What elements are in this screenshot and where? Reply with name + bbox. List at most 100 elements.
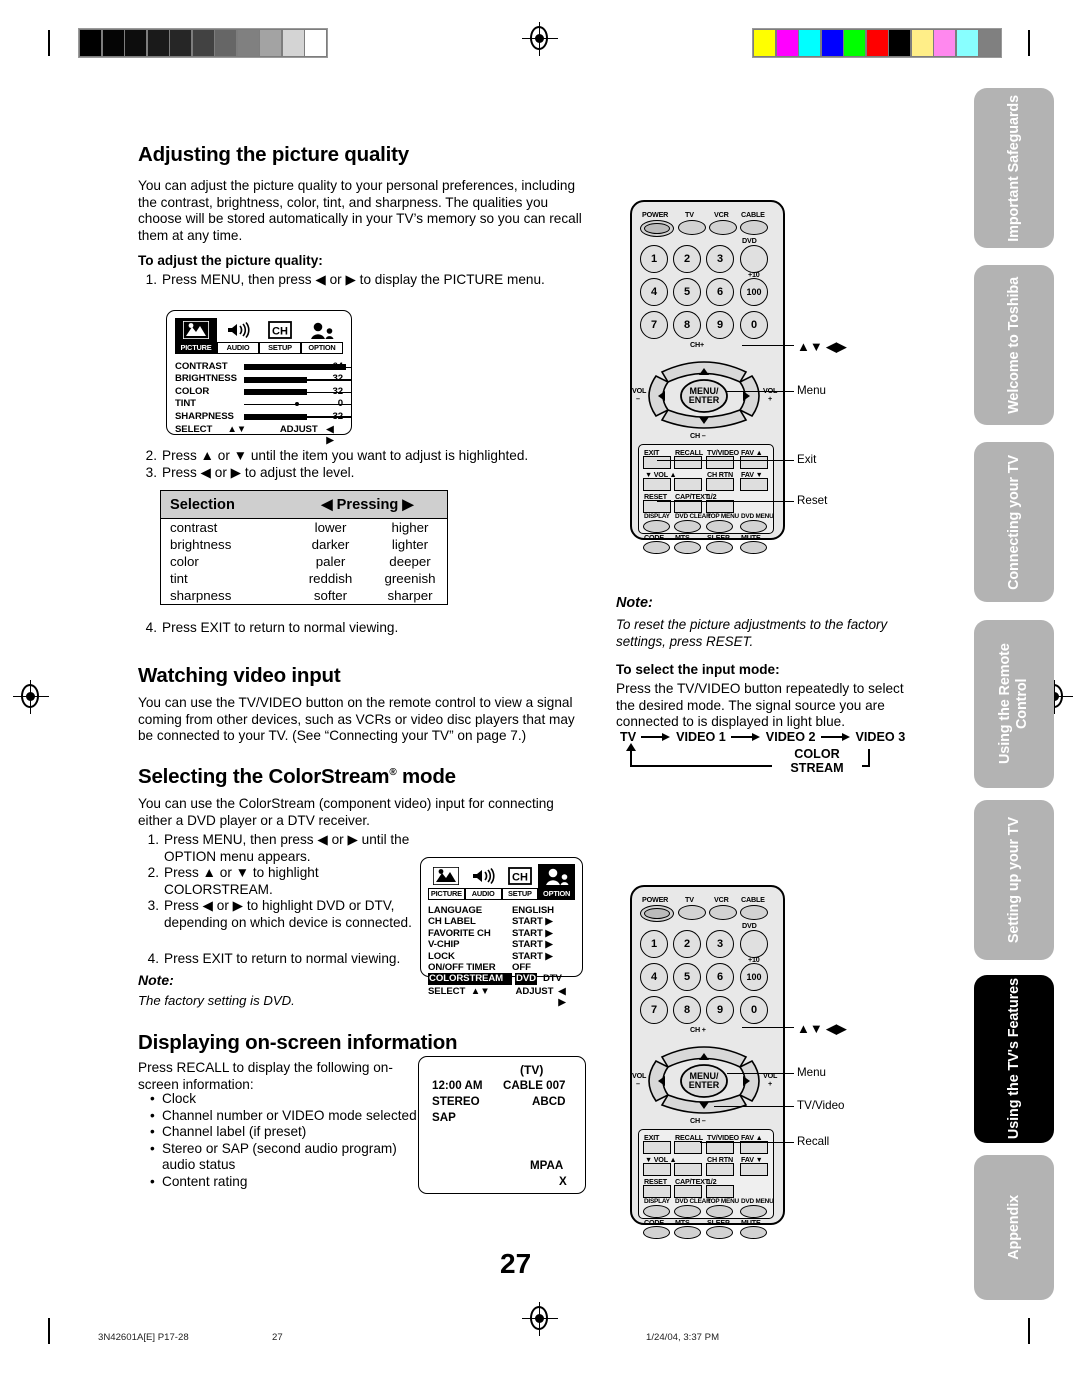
remote-dpad[interactable]: MENU/ENTER [644,1035,764,1117]
remote-number-6[interactable]: 6 [706,963,734,991]
remote-button-dvd[interactable] [740,245,768,273]
remote-key-code[interactable] [643,1226,670,1239]
remote-key-tv-video[interactable] [706,456,734,469]
remote-key-fav-[interactable] [740,456,768,469]
remote-key-ch-rtn[interactable] [706,478,734,491]
remote-key-mute[interactable] [740,1226,767,1239]
remote-number-7[interactable]: 7 [640,311,668,339]
osd-tab-option[interactable]: OPTION [538,864,575,900]
remote-button-power-inner[interactable] [644,223,670,234]
remote-key-dvd-menu[interactable] [740,520,767,533]
remote-number-3[interactable]: 3 [706,930,734,958]
remote-button-100[interactable]: 100 [740,963,768,991]
remote-key-sleep[interactable] [706,541,733,554]
remote-key-fav-down[interactable] [740,1163,768,1176]
remote-key-vol-up[interactable] [674,1163,702,1176]
remote-button-tv[interactable] [678,905,706,920]
remote-key-mts[interactable] [674,1226,701,1239]
remote-key-reset[interactable] [643,1185,671,1198]
osd-option-row[interactable]: LOCK START ▶ [428,951,575,962]
sidebar-tab-appendix[interactable]: Appendix [974,1155,1054,1300]
remote-key-dvd-clear[interactable] [674,1205,701,1218]
remote-number-0[interactable]: 0 [740,311,768,339]
sidebar-tab-connecting-your-tv[interactable]: Connecting your TV [974,442,1054,602]
osd-setting-slider[interactable] [243,411,352,422]
osd-setting-row[interactable]: SHARPNESS32 [175,411,352,423]
remote-number-8[interactable]: 8 [673,311,701,339]
osd-tab-audio[interactable]: AUDIO [464,864,502,900]
sidebar-tab-welcome-to-toshiba[interactable]: Welcome to Toshiba [974,265,1054,425]
osd-setting-row[interactable]: BRIGHTNESS32 [175,373,352,385]
osd-option-row[interactable]: COLORSTREAM DVD DTV [428,973,575,985]
remote-button-vcr[interactable] [709,220,737,235]
remote-key-mute[interactable] [740,541,767,554]
osd-option-value-alt[interactable]: DTV [543,973,562,984]
remote-key-exit[interactable] [643,456,671,469]
remote-number-0[interactable]: 0 [740,996,768,1024]
remote-key-ch-rtn[interactable] [706,1163,734,1176]
osd-setting-row[interactable]: TINT0 [175,398,352,410]
remote-number-5[interactable]: 5 [673,278,701,306]
sidebar-tab-setting-up-your-tv[interactable]: Setting up your TV [974,800,1054,960]
remote-key-display[interactable] [643,520,670,533]
remote-number-9[interactable]: 9 [706,996,734,1024]
sidebar-tab-important-safeguards[interactable]: Important Safeguards [974,88,1054,248]
remote-key-exit[interactable] [643,1141,671,1154]
osd-setting-slider[interactable] [243,387,352,398]
remote-key-recall[interactable] [674,456,702,469]
remote-key-vol-down[interactable] [643,478,671,491]
remote-number-2[interactable]: 2 [673,245,701,273]
osd-tab-setup[interactable]: CH SETUP [259,318,301,354]
remote-number-8[interactable]: 8 [673,996,701,1024]
osd-tab-setup[interactable]: CH SETUP [501,864,539,900]
osd-option-row[interactable]: LANGUAGE ENGLISH [428,905,575,916]
sidebar-tab-using-the-remote-control[interactable]: Using the Remote Control [974,620,1054,788]
osd-tab-picture[interactable]: PICTURE [175,318,217,354]
remote-button-100[interactable]: 100 [740,278,768,306]
osd-tab-option[interactable]: OPTION [301,318,343,354]
remote-key-dvd-menu[interactable] [740,1205,767,1218]
osd-option-row[interactable]: V-CHIP START ▶ [428,939,575,950]
remote-number-3[interactable]: 3 [706,245,734,273]
remote-key-dvd-clear[interactable] [674,520,701,533]
remote-key-top-menu[interactable] [706,1205,733,1218]
remote-key-top-menu[interactable] [706,520,733,533]
remote-key-fav-down[interactable] [740,478,768,491]
remote-number-2[interactable]: 2 [673,930,701,958]
osd-setting-slider[interactable] [243,362,352,373]
osd-tab-picture[interactable]: PICTURE [428,864,465,900]
remote-key-vol-up[interactable] [674,478,702,491]
remote-button-cable[interactable] [740,220,768,235]
osd-setting-row[interactable]: CONTRAST64 [175,361,352,373]
osd-option-label: LOCK [428,950,455,962]
remote-number-6[interactable]: 6 [706,278,734,306]
remote-button-vcr[interactable] [709,905,737,920]
remote-number-9[interactable]: 9 [706,311,734,339]
remote-number-4[interactable]: 4 [640,963,668,991]
remote-key-vol-down[interactable] [643,1163,671,1176]
remote-button-cable[interactable] [740,905,768,920]
remote-number-7[interactable]: 7 [640,996,668,1024]
remote-key-recall[interactable] [674,1141,702,1154]
remote-button-tv[interactable] [678,220,706,235]
remote-button-power-inner[interactable] [644,908,670,919]
osd-option-row[interactable]: FAVORITE CH START ▶ [428,928,575,939]
osd-setting-slider[interactable] [243,399,352,410]
osd-option-row[interactable]: ON/OFF TIMER OFF [428,962,575,973]
remote-key-cap-text[interactable] [674,1185,702,1198]
remote-number-1[interactable]: 1 [640,245,668,273]
remote-key-sleep[interactable] [706,1226,733,1239]
remote-number-4[interactable]: 4 [640,278,668,306]
remote-number-1[interactable]: 1 [640,930,668,958]
sidebar-tab-using-the-tv-s-features[interactable]: Using the TV's Features [974,975,1054,1143]
remote-key-display[interactable] [643,1205,670,1218]
remote-number-5[interactable]: 5 [673,963,701,991]
remote-button-dvd[interactable] [740,930,768,958]
osd-option-row[interactable]: CH LABEL START ▶ [428,916,575,927]
osd-tab-audio[interactable]: AUDIO [217,318,259,354]
osd-setting-row[interactable]: COLOR32 [175,386,352,398]
remote-key-mts[interactable] [674,541,701,554]
remote-key-code[interactable] [643,541,670,554]
osd-setting-slider[interactable] [243,374,352,385]
remote-key-1-2[interactable] [706,1185,734,1198]
